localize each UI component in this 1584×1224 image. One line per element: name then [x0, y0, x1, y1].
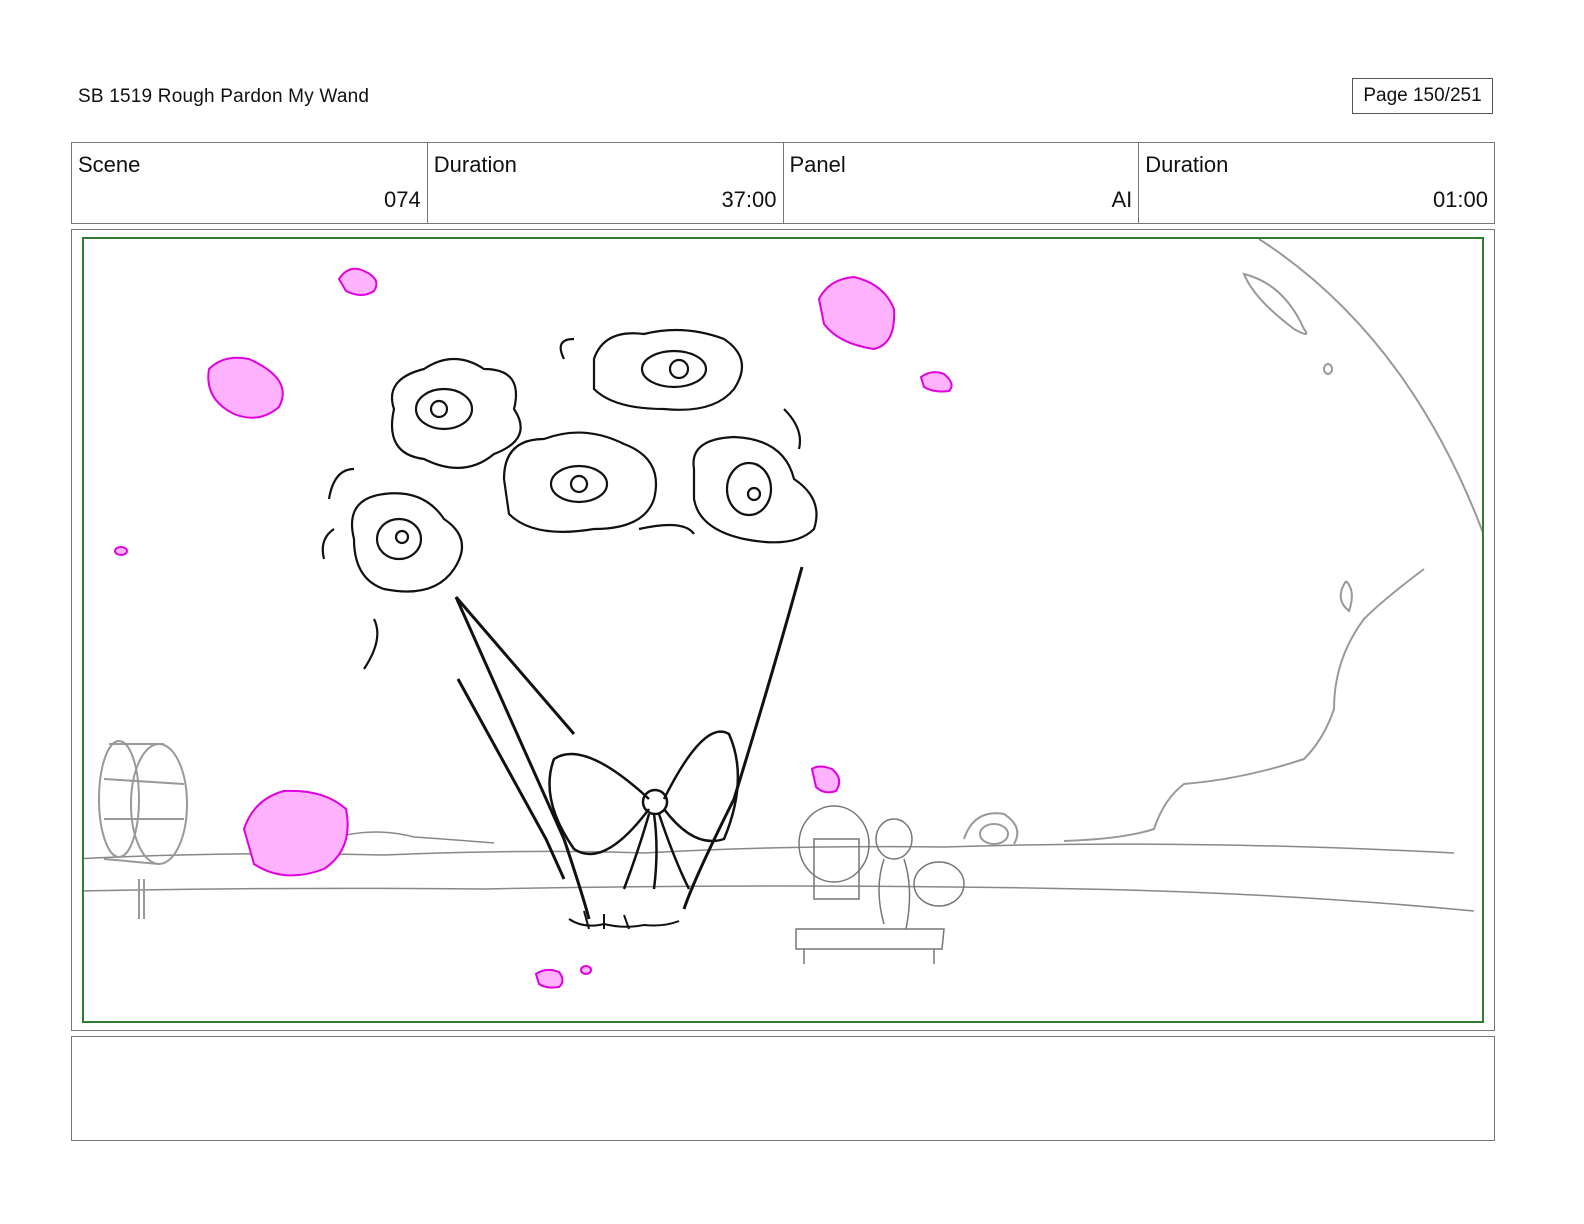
panel-label: Panel — [789, 152, 846, 177]
scene-label: Scene — [78, 152, 141, 177]
scene-cell: Scene 074 — [72, 143, 428, 223]
characters-on-bench — [795, 805, 965, 964]
page-number-box: Page 150/251 — [1352, 78, 1493, 114]
scene-duration-label: Duration — [433, 152, 517, 177]
ground-marks — [568, 910, 680, 930]
bubble-outline — [963, 239, 1482, 845]
panel-duration-label: Duration — [1145, 152, 1229, 177]
storyboard-panel-image — [82, 237, 1484, 1023]
panel-cell: Panel AI — [784, 143, 1140, 223]
bouquet-paper — [454, 566, 804, 920]
scene-duration-value: 37:00 — [721, 187, 777, 212]
scene-duration-cell: Duration 37:00 — [428, 143, 784, 223]
hamster-wheel — [98, 740, 188, 919]
scene-value: 074 — [384, 187, 421, 212]
scene-info-table: Scene 074 Duration 37:00 Panel AI Durati… — [71, 142, 1495, 224]
bouquet-bow — [548, 730, 740, 890]
storyboard-title: SB 1519 Rough Pardon My Wand — [78, 86, 370, 107]
notes-box — [71, 1036, 1495, 1141]
panel-value: AI — [1111, 187, 1133, 212]
bouquet-flowers — [321, 328, 818, 670]
petals — [114, 267, 953, 989]
panel-duration-value: 01:00 — [1432, 187, 1488, 212]
storyboard-drawing — [84, 239, 1482, 989]
panel-duration-cell: Duration 01:00 — [1139, 143, 1494, 223]
